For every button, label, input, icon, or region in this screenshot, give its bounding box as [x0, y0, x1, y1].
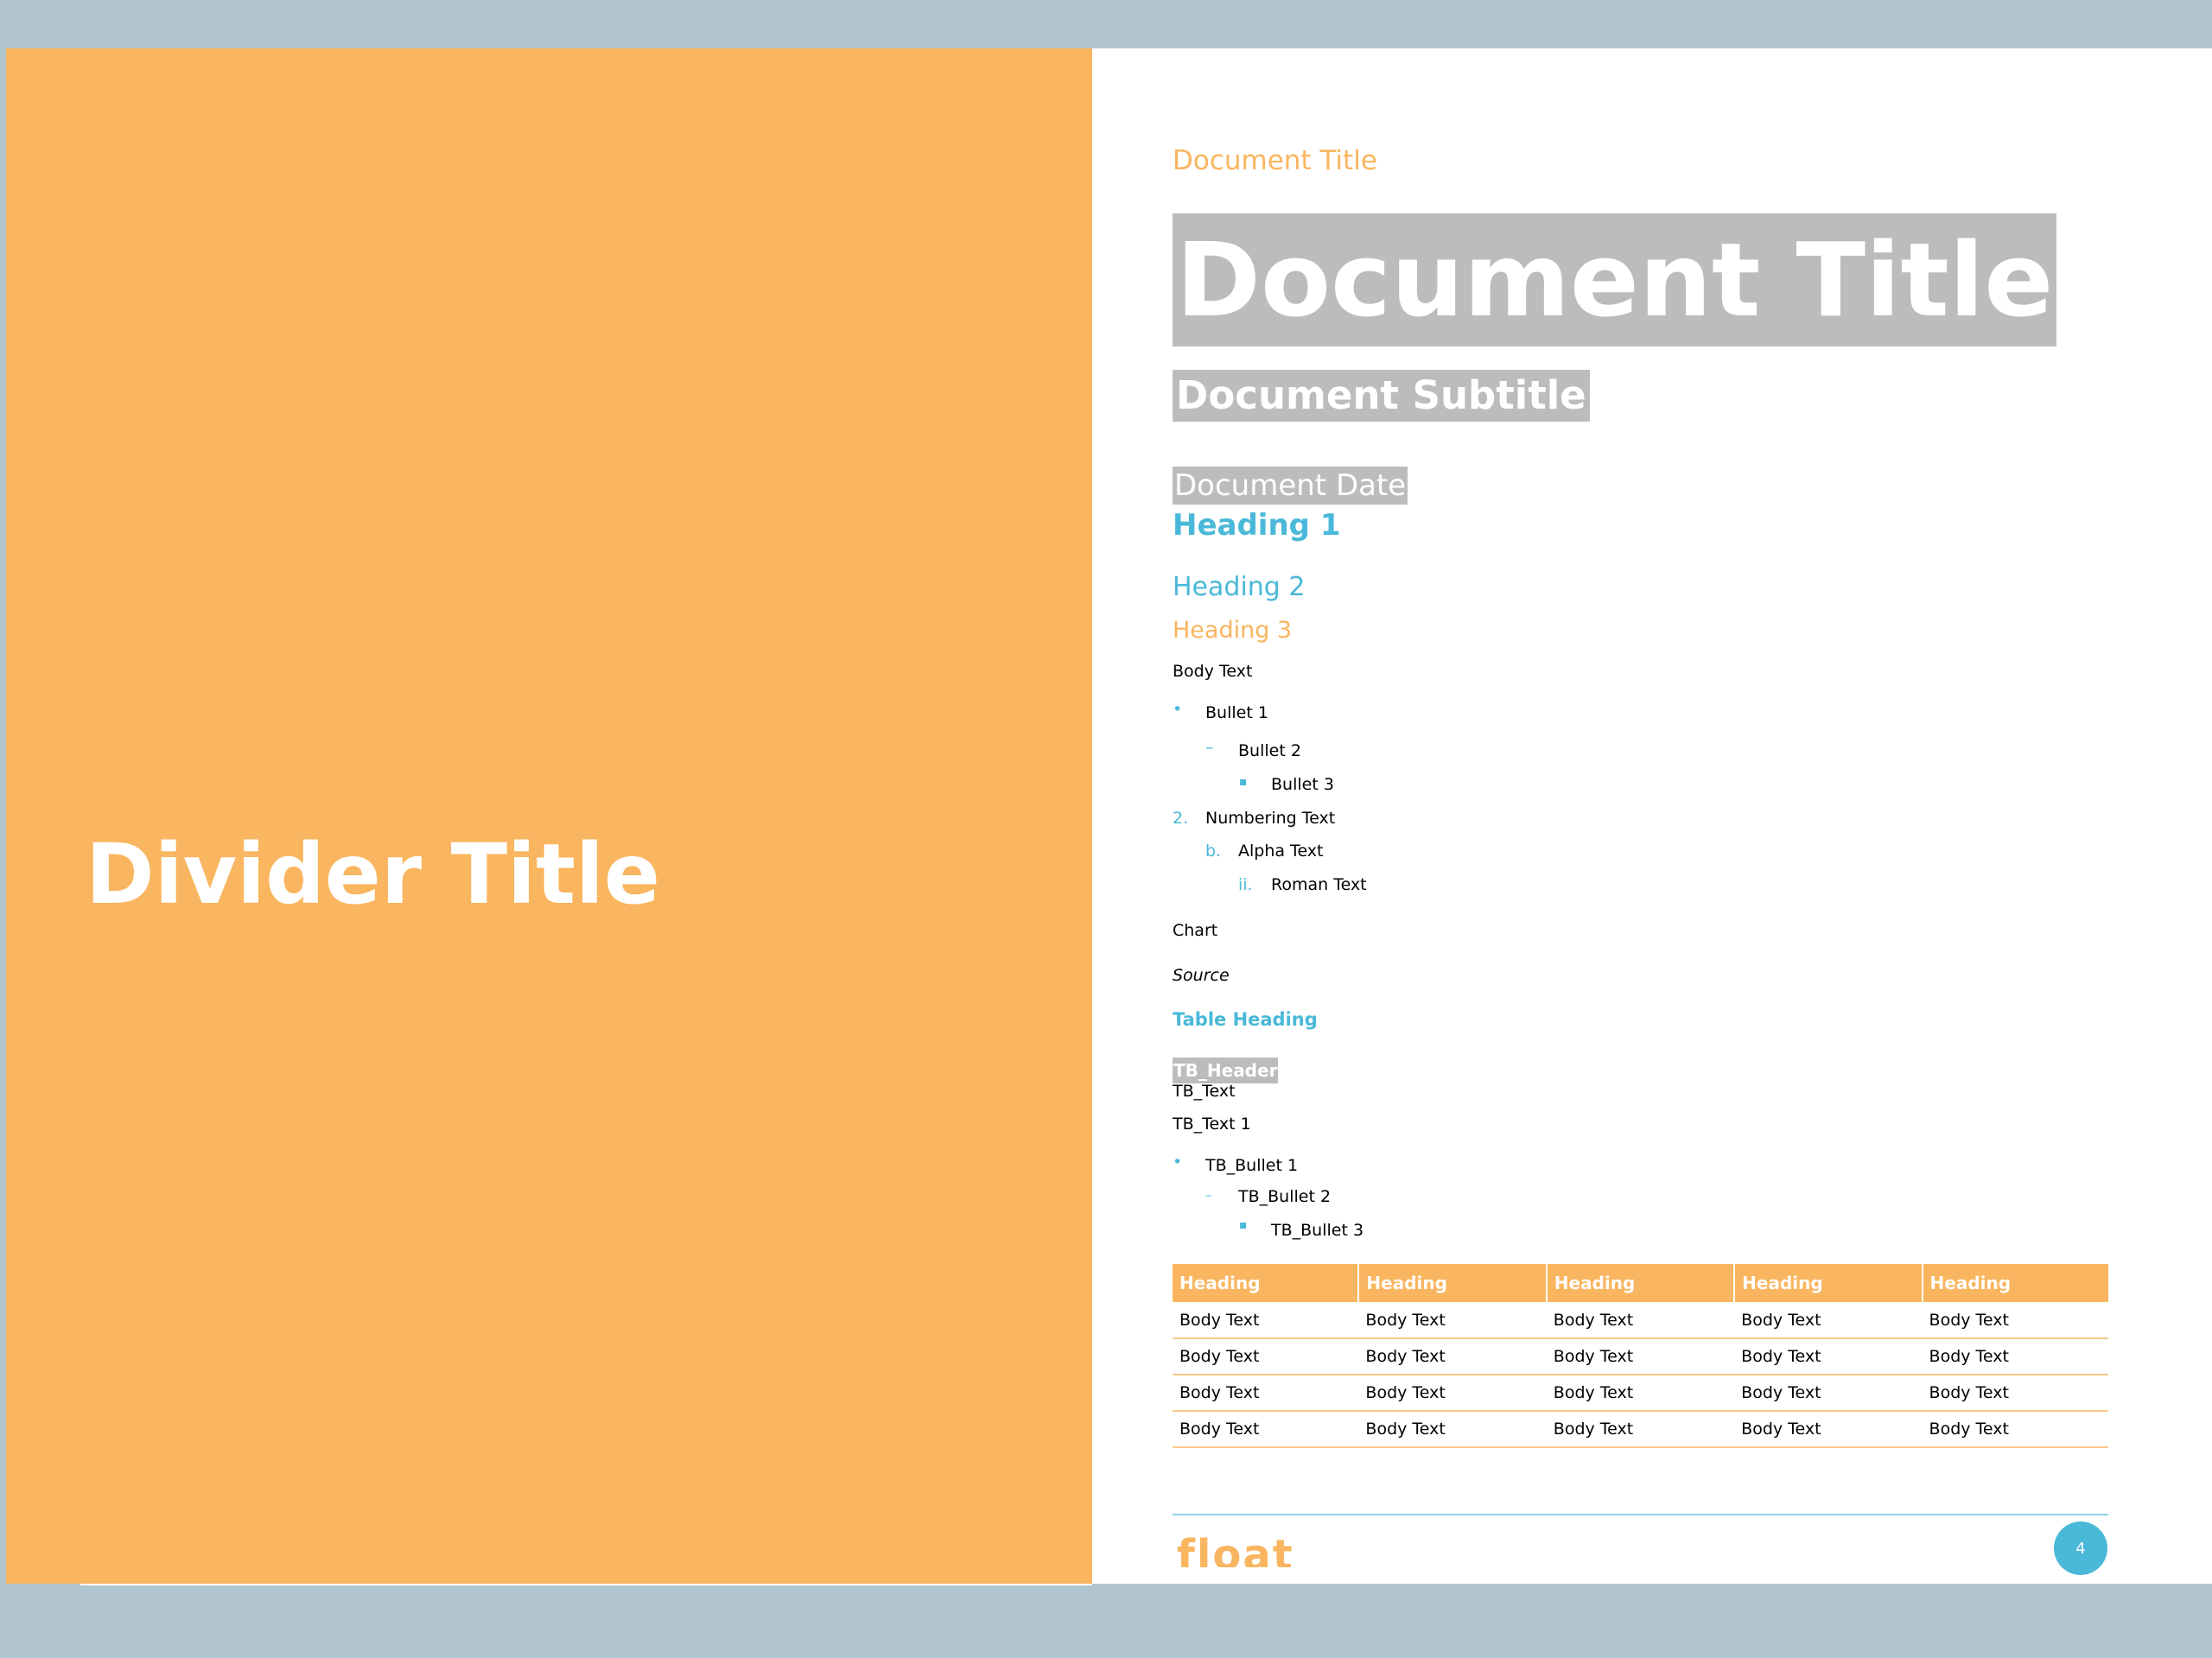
table-row: Body Text Body Text Body Text Body Text … [1173, 1375, 2108, 1412]
table-cell: Body Text [1173, 1302, 1359, 1339]
table-cell: Body Text [1922, 1338, 2108, 1375]
numbering-marker: 2. [1173, 809, 1189, 828]
document-date: Document Date [1173, 467, 1408, 505]
table-cell: Body Text [1546, 1375, 1735, 1412]
chart-label: Chart [1173, 921, 1218, 940]
table-header-row: Heading Heading Heading Heading Heading [1173, 1264, 2108, 1302]
heading-3: Heading 3 [1173, 617, 1293, 644]
tb-bullet-1-marker: • [1173, 1153, 1183, 1172]
table-row: Body Text Body Text Body Text Body Text … [1173, 1411, 2108, 1448]
table-cell: Body Text [1734, 1338, 1923, 1375]
table-row: Body Text Body Text Body Text Body Text … [1173, 1302, 2108, 1339]
table-cell: Body Text [1546, 1338, 1735, 1375]
table-cell: Body Text [1173, 1338, 1359, 1375]
document-subtitle: Document Subtitle [1173, 370, 1590, 422]
table-cell: Body Text [1546, 1411, 1735, 1448]
table-cell: Body Text [1358, 1338, 1547, 1375]
divider-title: Divider Title [86, 826, 660, 923]
tb-bullet-1-text: TB_Bullet 1 [1205, 1156, 1299, 1175]
page-number-badge: 4 [2054, 1521, 2107, 1575]
numbering-text: Numbering Text [1205, 809, 1336, 828]
bullet-3-marker: ▪ [1239, 775, 1248, 789]
bullet-1-text: Bullet 1 [1205, 703, 1268, 722]
roman-marker: ii. [1238, 875, 1253, 894]
document-title-small: Document Title [1173, 145, 1377, 176]
float-logo: float [1177, 1531, 1294, 1567]
tb-text-1: TB_Text 1 [1173, 1115, 1251, 1134]
bullet-3: ▪ [1239, 772, 1248, 789]
tb-bullet-3-text: TB_Bullet 3 [1271, 1221, 1364, 1240]
table-header-cell: Heading [1173, 1264, 1359, 1302]
data-table: Heading Heading Heading Heading Heading … [1173, 1264, 2108, 1448]
table-header-cell: Heading [1357, 1264, 1547, 1302]
page-number: 4 [2075, 1539, 2086, 1558]
table-cell: Body Text [1922, 1375, 2108, 1412]
table-cell: Body Text [1358, 1411, 1547, 1448]
alpha-marker: b. [1205, 842, 1222, 861]
bullet-2-marker: – [1205, 738, 1214, 757]
table-header-cell: Heading [1733, 1264, 1923, 1302]
table-cell: Body Text [1922, 1411, 2108, 1448]
table-cell: Body Text [1734, 1302, 1923, 1339]
body-text: Body Text [1173, 662, 1253, 681]
document-page: Document Title Document Title Document S… [1092, 48, 2212, 1584]
divider-panel: Divider Title [6, 48, 1092, 1584]
bullet-1: • [1173, 700, 1182, 719]
tb-header: TB_Header [1173, 1058, 1279, 1083]
bullet-1-marker: • [1173, 700, 1183, 719]
document-title-large: Document Title [1173, 213, 2057, 346]
source-label: Source [1173, 966, 1230, 985]
table-heading: Table Heading [1173, 1009, 1318, 1030]
roman-text: Roman Text [1271, 875, 1367, 894]
table-cell: Body Text [1734, 1375, 1923, 1412]
tb-bullet-2-marker: – [1205, 1187, 1212, 1203]
table-cell: Body Text [1546, 1302, 1735, 1339]
alpha-text: Alpha Text [1238, 842, 1324, 861]
heading-1: Heading 1 [1173, 508, 1341, 543]
tb-bullet-2-text: TB_Bullet 2 [1238, 1187, 1332, 1206]
footer-divider [1173, 1514, 2108, 1515]
bullet-2: – [1205, 738, 1214, 757]
bottom-rule [80, 1584, 1092, 1585]
table-header-cell: Heading [1921, 1264, 2108, 1302]
heading-2: Heading 2 [1173, 572, 1306, 602]
table-cell: Body Text [1358, 1302, 1547, 1339]
bullet-2-text: Bullet 2 [1238, 741, 1301, 760]
tb-bullet-3-marker: ▪ [1239, 1218, 1248, 1232]
bullet-3-text: Bullet 3 [1271, 775, 1334, 794]
tb-text: TB_Text [1173, 1082, 1236, 1101]
table-cell: Body Text [1922, 1302, 2108, 1339]
table-header-cell: Heading [1545, 1264, 1735, 1302]
table-cell: Body Text [1358, 1375, 1547, 1412]
table-row: Body Text Body Text Body Text Body Text … [1173, 1338, 2108, 1375]
table-cell: Body Text [1173, 1411, 1359, 1448]
table-cell: Body Text [1173, 1375, 1359, 1412]
table-cell: Body Text [1734, 1411, 1923, 1448]
